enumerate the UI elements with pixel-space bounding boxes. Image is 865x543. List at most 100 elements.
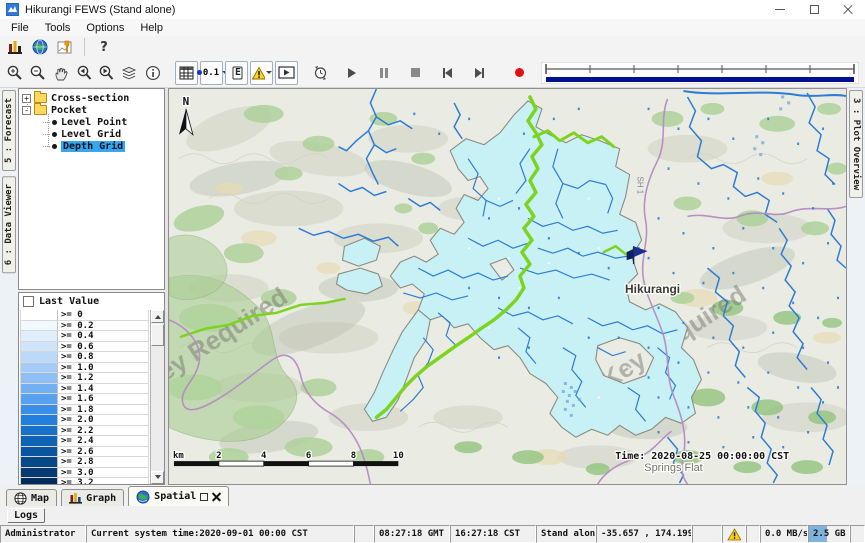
status-user: Administrator: [0, 525, 86, 543]
pan-button[interactable]: [49, 61, 72, 85]
legend-row[interactable]: >= 2.2: [20, 426, 149, 437]
legend-row[interactable]: >= 0.4: [20, 331, 149, 342]
legend-value: >= 1.6: [58, 394, 94, 404]
main-content: 5 : Forecast 6 : Data Viewer + Cross-sec…: [0, 88, 865, 485]
legend-row[interactable]: >= 3.0: [20, 468, 149, 479]
legend-swatch: [21, 342, 58, 352]
stop-button[interactable]: [404, 61, 427, 85]
scroll-up-button[interactable]: [151, 310, 164, 323]
tree-item-label-selected: Depth Grid: [61, 141, 125, 152]
tab-graph[interactable]: Graph: [61, 489, 124, 506]
legend-row[interactable]: >= 2.4: [20, 436, 149, 447]
tab-forecast[interactable]: 5 : Forecast: [2, 90, 16, 171]
tree-item-label: Cross-section: [51, 93, 129, 104]
legend-value: >= 2.4: [58, 436, 94, 446]
labels-toggle-button[interactable]: E: [225, 61, 248, 85]
status-spacer: [692, 525, 722, 543]
status-spacer: [746, 525, 760, 543]
folder-icon: [34, 105, 47, 115]
menu-help[interactable]: Help: [132, 21, 171, 35]
time-slider-track: [541, 62, 859, 84]
legend-row[interactable]: >= 1.8: [20, 405, 149, 416]
legend-value: >= 1.4: [58, 384, 94, 394]
legend-row[interactable]: >= 1.4: [20, 384, 149, 395]
legend-value: >= 2.2: [58, 426, 94, 436]
legend-row[interactable]: >= 2.0: [20, 415, 149, 426]
zoom-next-button[interactable]: [95, 61, 118, 85]
status-warning-cell[interactable]: [722, 525, 746, 543]
last-value-checkbox[interactable]: [23, 296, 34, 307]
tree-item-depth-grid-selected[interactable]: Depth Grid: [21, 140, 162, 152]
zoom-in-button[interactable]: [3, 61, 26, 85]
explorer-button[interactable]: [4, 37, 26, 57]
close-button[interactable]: [831, 0, 865, 19]
title-bar: Hikurangi FEWS (Stand alone): [0, 0, 865, 19]
zoom-out-button[interactable]: [26, 61, 49, 85]
animation-settings-button[interactable]: [309, 61, 332, 85]
pause-button[interactable]: [372, 61, 395, 85]
playback-controls: [340, 61, 531, 85]
legend-row[interactable]: >= 1.2: [20, 373, 149, 384]
tab-plot-overview[interactable]: 3 : Plot Overview: [849, 90, 863, 198]
legend-row[interactable]: >= 3.2: [20, 478, 149, 484]
minimize-button[interactable]: [763, 0, 797, 19]
menu-file[interactable]: File: [3, 21, 37, 35]
menu-tools[interactable]: Tools: [37, 21, 79, 35]
legend-row[interactable]: >= 0.8: [20, 352, 149, 363]
scroll-down-button[interactable]: [151, 471, 164, 484]
tree-item-label: Level Point: [61, 117, 127, 128]
legend-swatch: [21, 331, 58, 341]
globe-icon: [136, 490, 150, 504]
play-button[interactable]: [340, 61, 363, 85]
layers-button[interactable]: [118, 61, 141, 85]
help-button[interactable]: ?: [93, 37, 115, 57]
status-network-rate: 0.0 MB/s: [760, 525, 808, 543]
tab-map[interactable]: Map: [6, 489, 57, 506]
legend-panel: Last Value >= 0 >= 0.2 >= 0.4 >= 0.6 >= …: [18, 292, 165, 485]
animation-panel-button[interactable]: [275, 61, 298, 85]
legend-rows: >= 0 >= 0.2 >= 0.4 >= 0.6 >= 0.8 >= 1.0: [20, 310, 149, 484]
maximize-panel-icon[interactable]: [200, 493, 208, 501]
legend-row[interactable]: >= 0.6: [20, 342, 149, 353]
step-forward-button[interactable]: [468, 61, 491, 85]
chart-display-button[interactable]: [54, 37, 76, 57]
tree-item-cross-section[interactable]: + Cross-section: [21, 92, 162, 104]
locality-label: Springs Flat: [644, 462, 702, 474]
legend-row[interactable]: >= 2.8: [20, 457, 149, 468]
tree-item-label: Level Grid: [61, 129, 121, 140]
status-mode: Stand alone: [536, 525, 596, 543]
zoom-previous-icon: [75, 64, 92, 81]
tab-data-viewer[interactable]: 6 : Data Viewer: [2, 176, 16, 273]
app-window: { "window": { "title": "Hikurangi FEWS (…: [0, 0, 865, 542]
tree-item-level-grid[interactable]: Level Grid: [21, 128, 162, 140]
legend-swatch: [21, 310, 58, 320]
warnings-dropdown[interactable]: [250, 61, 273, 85]
legend-value: >= 2.0: [58, 415, 94, 425]
legend-row[interactable]: >= 1.6: [20, 394, 149, 405]
threshold-dropdown[interactable]: 0.1: [200, 61, 223, 85]
legend-row[interactable]: >= 2.6: [20, 447, 149, 458]
maximize-button[interactable]: [797, 0, 831, 19]
legend-row[interactable]: >= 1.0: [20, 363, 149, 374]
svg-text:6: 6: [306, 451, 311, 461]
grid-icon: [179, 66, 194, 80]
logs-button[interactable]: Logs: [7, 508, 45, 523]
close-panel-icon[interactable]: [212, 492, 221, 501]
legend-row[interactable]: >= 0.2: [20, 321, 149, 332]
tree-item-pocket[interactable]: - Pocket: [21, 104, 162, 116]
time-slider[interactable]: [541, 62, 859, 84]
legend-scrollbar[interactable]: [150, 310, 164, 484]
tree-item-level-point[interactable]: Level Point: [21, 116, 162, 128]
record-button[interactable]: [508, 61, 531, 85]
step-back-button[interactable]: [436, 61, 459, 85]
tab-spatial[interactable]: Spatial: [128, 486, 229, 506]
info-button[interactable]: [141, 61, 164, 85]
legend-row[interactable]: >= 0: [20, 310, 149, 321]
legend-swatch: [21, 478, 58, 484]
map-viewport[interactable]: API Key Required API Key Required: [168, 88, 847, 485]
scrollbar-thumb[interactable]: [151, 324, 164, 346]
menu-options[interactable]: Options: [78, 21, 132, 35]
bullet-icon: [52, 144, 57, 149]
zoom-previous-button[interactable]: [72, 61, 95, 85]
spatial-display-button[interactable]: [29, 37, 51, 57]
